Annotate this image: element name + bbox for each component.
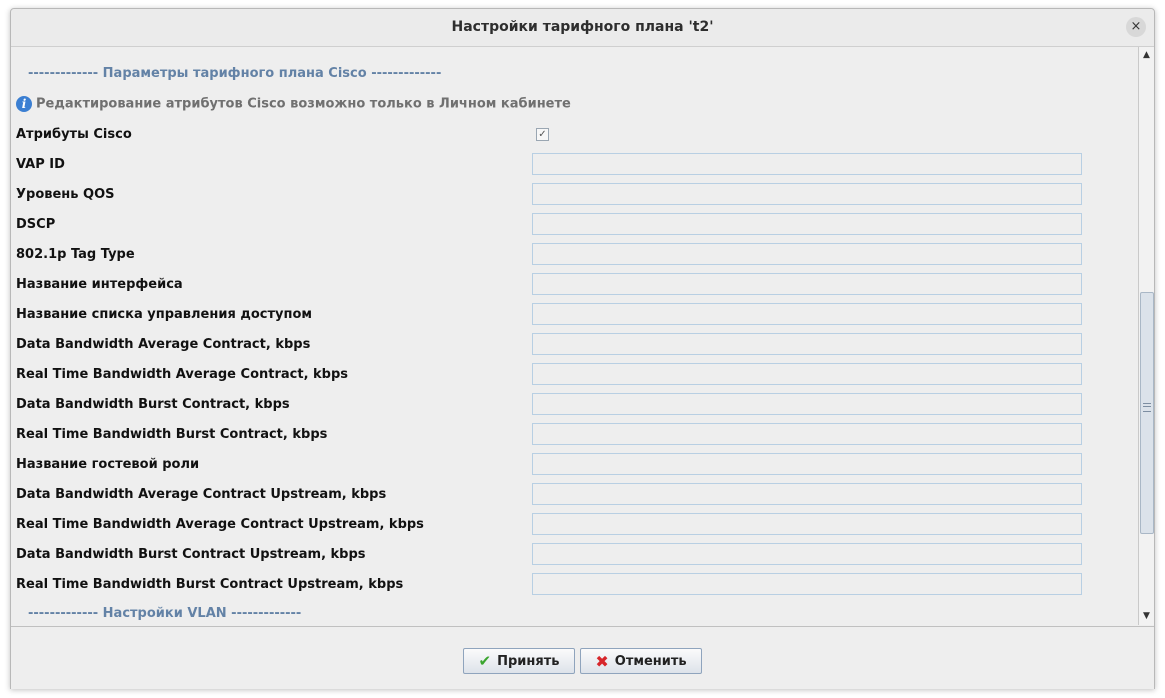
info-icon: i	[16, 96, 32, 112]
settings-dialog: Настройки тарифного плана 't2' × -------…	[10, 8, 1155, 689]
field-input[interactable]	[532, 333, 1082, 355]
field-label: VAP ID	[16, 157, 65, 172]
field-label: Название списка управления доступом	[16, 307, 312, 322]
field-label: Real Time Bandwidth Average Contract Ups…	[16, 517, 424, 532]
button-bar: ✔ Принять ✖ Отменить	[11, 626, 1154, 689]
section-header-vlan: ------------- Настройки VLAN -----------…	[28, 606, 301, 621]
cancel-button-label: Отменить	[615, 654, 687, 669]
checkmark-icon: ✔	[479, 652, 492, 670]
field-input[interactable]	[532, 243, 1082, 265]
grip-icon	[1143, 403, 1151, 412]
field-input[interactable]	[532, 393, 1082, 415]
field-input[interactable]	[532, 213, 1082, 235]
close-icon[interactable]: ×	[1126, 17, 1146, 37]
field-input[interactable]	[532, 573, 1082, 595]
cancel-button[interactable]: ✖ Отменить	[580, 648, 702, 674]
scroll-down-icon[interactable]: ▼	[1139, 609, 1154, 624]
field-label: Data Bandwidth Burst Contract Upstream, …	[16, 547, 366, 562]
info-text: Редактирование атрибутов Cisco возможно …	[36, 97, 571, 112]
field-label: Data Bandwidth Average Contract, kbps	[16, 337, 310, 352]
field-label: Название гостевой роли	[16, 457, 199, 472]
field-input[interactable]	[532, 543, 1082, 565]
field-label: Real Time Bandwidth Burst Contract Upstr…	[16, 577, 403, 592]
field-input[interactable]	[532, 453, 1082, 475]
field-label: Data Bandwidth Average Contract Upstream…	[16, 487, 386, 502]
field-label: Real Time Bandwidth Burst Contract, kbps	[16, 427, 327, 442]
field-input[interactable]	[532, 303, 1082, 325]
field-input[interactable]	[532, 363, 1082, 385]
field-label: 802.1p Tag Type	[16, 247, 135, 262]
scrollbar-thumb[interactable]	[1140, 292, 1154, 534]
field-input[interactable]	[532, 513, 1082, 535]
dialog-title: Настройки тарифного плана 't2'	[11, 19, 1154, 35]
field-input[interactable]	[532, 273, 1082, 295]
form-panel: ------------- Параметры тарифного плана …	[12, 47, 1138, 625]
field-label: Real Time Bandwidth Average Contract, kb…	[16, 367, 348, 382]
info-message: i Редактирование атрибутов Cisco возможно…	[16, 96, 571, 114]
accept-button[interactable]: ✔ Принять	[463, 648, 575, 674]
field-label: Data Bandwidth Burst Contract, kbps	[16, 397, 290, 412]
cancel-x-icon: ✖	[595, 652, 608, 671]
accept-button-label: Принять	[497, 654, 559, 669]
scroll-up-icon[interactable]: ▲	[1139, 48, 1154, 63]
field-label: Название интерфейса	[16, 277, 183, 292]
field-input[interactable]	[532, 153, 1082, 175]
title-bar[interactable]: Настройки тарифного плана 't2' ×	[11, 9, 1154, 47]
section-header-cisco: ------------- Параметры тарифного плана …	[28, 66, 441, 81]
field-input[interactable]	[532, 483, 1082, 505]
field-input[interactable]	[532, 423, 1082, 445]
field-label: DSCP	[16, 217, 55, 232]
cisco-attributes-checkbox[interactable]: ✓	[536, 128, 549, 141]
vertical-scrollbar[interactable]: ▲ ▼	[1138, 47, 1154, 625]
cisco-attributes-label: Атрибуты Cisco	[16, 127, 132, 142]
field-input[interactable]	[532, 183, 1082, 205]
field-label: Уровень QOS	[16, 187, 115, 202]
